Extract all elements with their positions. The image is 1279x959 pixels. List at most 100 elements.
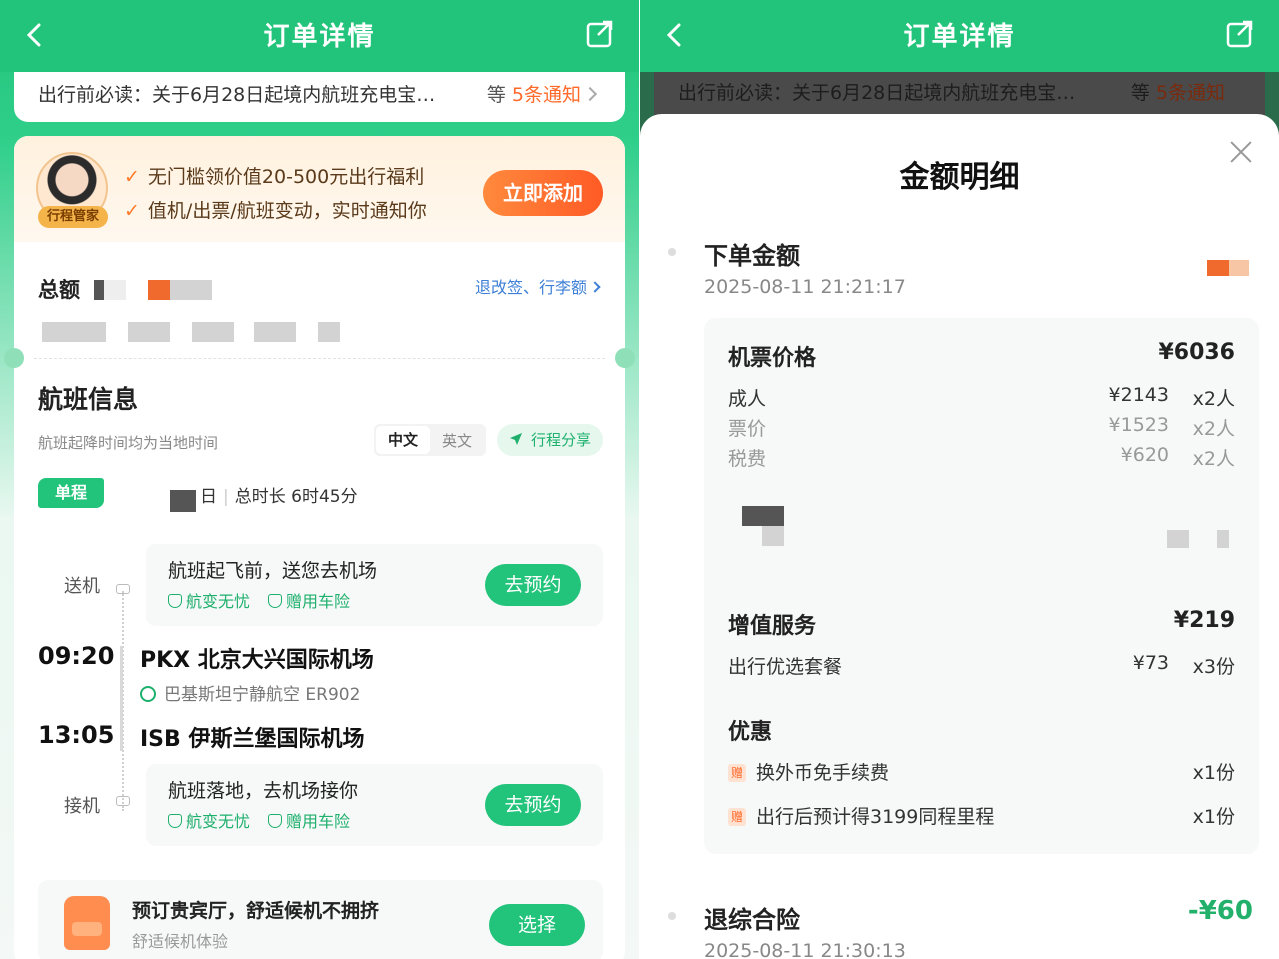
page-title: 订单详情 — [263, 22, 376, 52]
lounge-offer: 预订贵宾厅，舒适候机不拥挤 舒适候机体验 选择 — [38, 880, 603, 959]
notice-prefix: 等 — [486, 84, 506, 106]
gift-badge-icon: 赠 — [728, 808, 746, 826]
redacted-mark — [192, 322, 234, 342]
notice-count: 5条通知 — [511, 84, 581, 106]
price-item-qty: x2人 — [1192, 418, 1235, 440]
pickup-book-button[interactable]: 去预约 — [485, 784, 581, 826]
departure-airport: PKX 北京大兴国际机场 — [140, 648, 374, 673]
notice-count: 5条通知 — [1155, 82, 1225, 104]
discount-item-label: 换外币免手续费 — [756, 762, 890, 784]
refund-insurance-date: 2025-08-11 21:30:13 — [704, 940, 906, 959]
redacted-mark — [104, 280, 126, 300]
dropoff-tag-2: 赠用车险 — [286, 592, 351, 611]
refund-baggage-link[interactable]: 退改签、行李额 — [474, 274, 601, 298]
order-card: 行程管家 ✓ 无门槛领价值20-500元出行福利 ✓ 值机/出票/航班变动，实时通知… — [4, 136, 635, 959]
redacted-mark — [1229, 260, 1249, 276]
refund-baggage-text: 退改签、行李额 — [474, 278, 587, 297]
pickup-tag-1: 航变无忧 — [186, 812, 251, 831]
amount-detail-screen: 订单详情 出行前必读：关于6月28日起境内航班充电宝… 等 5条通知 金额明细 … — [640, 0, 1279, 959]
order-amount-label: 下单金额 — [704, 242, 800, 270]
dropoff-service: 航班起飞前，送您去机场 航变无忧 赠用车险 去预约 — [146, 544, 603, 626]
pickup-label: 接机 — [64, 796, 100, 817]
redacted-mark — [94, 280, 104, 300]
redacted-mark — [254, 322, 296, 342]
promo-line-2: ✓ 值机/出票/航班变动，实时通知你 — [124, 196, 427, 223]
discount-label: 优惠 — [728, 720, 773, 745]
ticket-price-amount: ¥6036 — [1158, 340, 1235, 365]
shield-icon — [168, 814, 182, 828]
notice-more[interactable]: 等 5条通知 — [486, 80, 598, 107]
refund-insurance-label: 退综合险 — [704, 906, 800, 934]
price-item-price: ¥1523 — [1108, 414, 1169, 436]
lang-zh-tab[interactable]: 中文 — [376, 426, 430, 454]
price-item-price: ¥2143 — [1108, 384, 1169, 406]
shield-icon — [168, 594, 182, 608]
notice-text: 出行前必读：关于6月28日起境内航班充电宝… — [38, 84, 436, 106]
page-title: 订单详情 — [903, 22, 1016, 52]
send-icon — [510, 433, 522, 445]
share-icon[interactable] — [1225, 18, 1255, 50]
value-added-label: 增值服务 — [728, 614, 817, 639]
travel-notice[interactable]: 出行前必读：关于6月28日起境内航班充电宝… 等 5条通知 — [14, 72, 625, 122]
airline-name: 巴基斯坦宁静航空 ER902 — [164, 685, 361, 705]
pickup-service: 航班落地，去机场接你 航变无忧 赠用车险 去预约 — [146, 764, 603, 846]
price-item-label: 成人 — [728, 388, 767, 410]
lounge-subtitle: 舒适候机体验 — [132, 932, 229, 951]
value-added-qty: x3份 — [1192, 656, 1235, 678]
language-toggle: 中文 英文 — [374, 424, 486, 456]
dropoff-label: 送机 — [64, 576, 100, 597]
trip-duration: 总时长 6时45分 — [234, 487, 358, 507]
notice-prefix: 等 — [1130, 82, 1150, 104]
arrival-time: 13:05 — [38, 721, 115, 749]
airline-info: 巴基斯坦宁静航空 ER902 — [140, 680, 360, 705]
price-item-label: 票价 — [728, 418, 767, 440]
ticket-notch — [615, 348, 635, 368]
redacted-mark — [42, 322, 106, 342]
trip-share-label: 行程分享 — [531, 431, 592, 449]
shield-icon — [268, 594, 283, 608]
timeline-solid — [120, 646, 123, 751]
header-bar: 订单详情 — [0, 0, 639, 72]
redacted-mark — [762, 526, 784, 546]
dropoff-tags: 航变无忧 赠用车险 — [168, 588, 368, 612]
flight-info-subtitle: 航班起降时间均为当地时间 — [38, 434, 219, 452]
pickup-tags: 航变无忧 赠用车险 — [168, 808, 368, 832]
value-added-amount: ¥219 — [1173, 608, 1235, 633]
arrival-airport: ISB 伊斯兰堡国际机场 — [140, 727, 365, 752]
travel-notice-dimmed: 出行前必读：关于6月28日起境内航班充电宝… 等 5条通知 — [654, 72, 1265, 116]
redacted-mark — [148, 280, 170, 300]
lang-en-tab[interactable]: 英文 — [430, 430, 484, 451]
timeline-dot — [668, 248, 676, 256]
notice-more: 等 5条通知 — [1131, 78, 1225, 105]
price-item-label: 税费 — [728, 448, 767, 470]
header-bar: 订单详情 — [640, 0, 1279, 72]
share-icon[interactable] — [585, 18, 615, 50]
discount-item-qty: x1份 — [1192, 806, 1235, 828]
redacted-mark — [1207, 260, 1229, 276]
value-added-item: 出行优选套餐 — [728, 656, 843, 678]
pickup-tag-2: 赠用车险 — [286, 812, 351, 831]
price-breakdown: 机票价格 ¥6036 成人 ¥2143 x2人 票价 ¥1523 x2人 税费 … — [704, 318, 1259, 854]
ticket-notch — [4, 348, 24, 368]
redacted-mark — [170, 490, 196, 512]
redacted-mark — [318, 322, 340, 342]
dropoff-book-button[interactable]: 去预约 — [485, 564, 581, 606]
order-detail-screen: 订单详情 出行前必读：关于6月28日起境内航班充电宝… 等 5条通知 行程管家 … — [0, 0, 639, 959]
redacted-mark — [1167, 530, 1189, 548]
value-added-price: ¥73 — [1132, 652, 1169, 674]
trip-share-button[interactable]: 行程分享 — [497, 424, 603, 456]
avatar-tag: 行程管家 — [38, 206, 108, 228]
price-item-price: ¥620 — [1120, 444, 1169, 466]
lounge-select-button[interactable]: 选择 — [489, 904, 585, 946]
add-button[interactable]: 立即添加 — [483, 170, 603, 216]
refund-insurance-amount: -¥60 — [1187, 896, 1253, 926]
departure-time: 09:20 — [38, 642, 115, 670]
promo-text-1: 无门槛领价值20-500元出行福利 — [147, 166, 425, 188]
trip-meta: 日 | 总时长 6时45分 — [200, 487, 358, 507]
discount-item-qty: x1份 — [1192, 762, 1235, 784]
redacted-mark — [170, 280, 212, 300]
redacted-mark — [128, 322, 170, 342]
chevron-right-icon — [582, 86, 598, 102]
discount-item-label: 出行后预计得3199同程里程 — [756, 806, 995, 828]
redacted-mark — [742, 506, 784, 526]
